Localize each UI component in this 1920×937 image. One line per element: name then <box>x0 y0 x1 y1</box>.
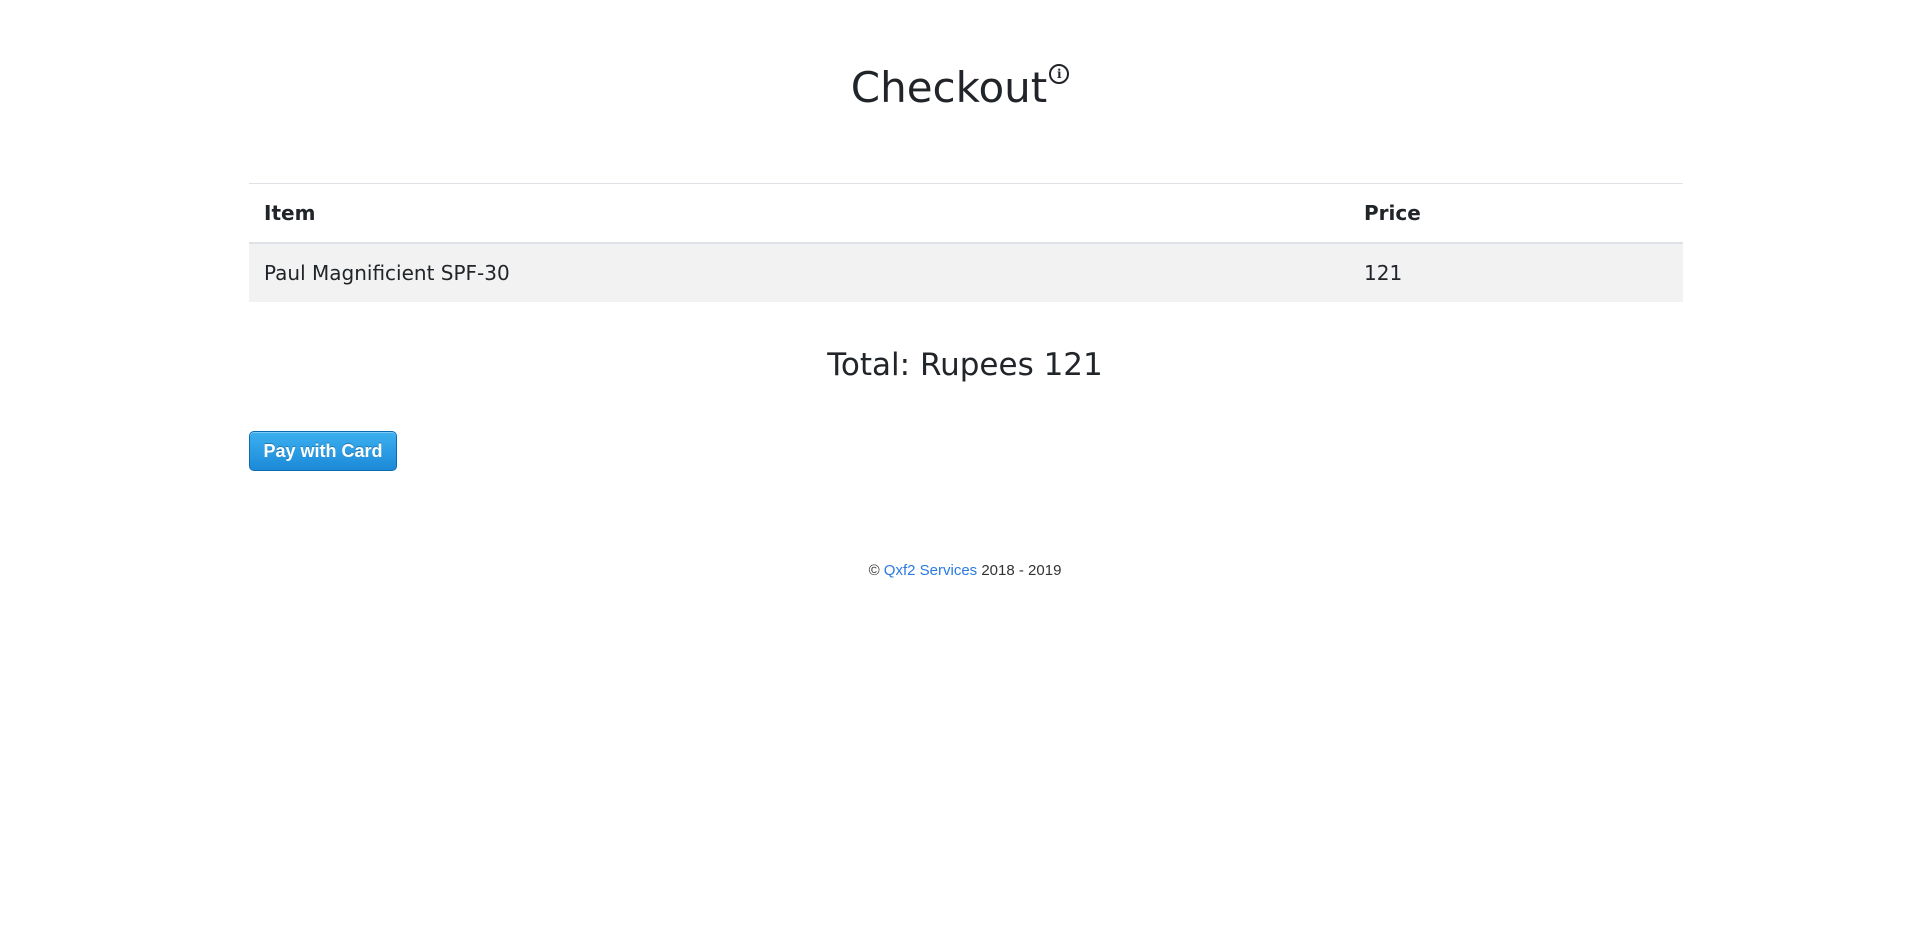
page-title-text: Checkout <box>850 63 1048 112</box>
page-title: Checkout i <box>0 60 1920 116</box>
company-link[interactable]: Qxf2 Services <box>884 562 977 579</box>
column-header-item: Item <box>264 201 316 225</box>
item-name-cell: Paul Magnificient SPF-30 <box>264 261 510 285</box>
column-header-price: Price <box>1364 201 1421 225</box>
info-circle-icon[interactable]: i <box>1049 64 1070 84</box>
pay-with-card-button[interactable]: Pay with Card <box>249 431 397 471</box>
copyright-symbol: © <box>868 562 880 579</box>
footer: © Qxf2 Services 2018 - 2019 <box>0 562 1920 579</box>
copyright-years: 2018 - 2019 <box>981 562 1062 579</box>
table-header-row: Item Price <box>249 183 1683 243</box>
cart-table: Item Price Paul Magnificient SPF-30 121 <box>249 183 1683 302</box>
table-row: Paul Magnificient SPF-30 121 <box>249 243 1683 302</box>
order-total: Total: Rupees 121 <box>827 347 1103 383</box>
item-price-cell: 121 <box>1364 261 1403 285</box>
